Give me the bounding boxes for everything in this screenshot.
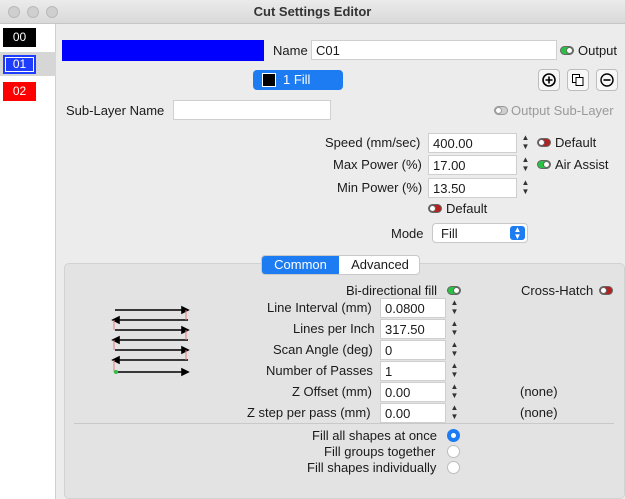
duplicate-icon xyxy=(572,74,584,86)
remove-sublayer-button[interactable] xyxy=(596,69,618,91)
z-offset-stepper[interactable]: ▲ ▼ xyxy=(449,382,460,402)
passes-label: Number of Passes xyxy=(266,363,373,378)
scan-angle-stepper[interactable]: ▲ ▼ xyxy=(449,340,460,360)
passes-stepper[interactable]: ▲ ▼ xyxy=(449,361,460,381)
power-default-label: Default xyxy=(446,201,488,216)
layer-02[interactable]: 02 xyxy=(3,82,36,101)
min-power-input[interactable]: 13.50 xyxy=(428,178,517,198)
max-power-stepper[interactable]: ▲ ▼ xyxy=(520,155,531,175)
speed-default-toggle[interactable] xyxy=(537,138,551,147)
scan-angle-label: Scan Angle (deg) xyxy=(273,342,373,357)
fill-all-at-once-label: Fill all shapes at once xyxy=(312,428,438,443)
sublayer-name-label: Sub-Layer Name xyxy=(66,103,165,118)
speed-input[interactable]: 400.00 xyxy=(428,133,517,153)
fill-groups-together-label: Fill groups together xyxy=(324,444,436,459)
fill-individually-radio[interactable] xyxy=(447,461,460,474)
max-power-input[interactable]: 17.00 xyxy=(428,155,517,175)
minus-circle-icon xyxy=(600,73,614,87)
title-bar: Cut Settings Editor xyxy=(0,0,625,24)
z-offset-label: Z Offset (mm) xyxy=(292,384,372,399)
z-offset-input[interactable]: 0.00 xyxy=(380,382,446,402)
tab-advanced[interactable]: Advanced xyxy=(340,256,419,274)
z-step-stepper[interactable]: ▲ ▼ xyxy=(449,403,460,423)
mode-value: Fill xyxy=(441,226,458,241)
power-default-toggle[interactable] xyxy=(428,204,442,213)
lines-per-inch-input[interactable]: 317.50 xyxy=(380,319,446,339)
z-step-note: (none) xyxy=(520,405,558,420)
fill-all-at-once-radio[interactable] xyxy=(447,429,460,442)
name-input[interactable]: C01 xyxy=(311,40,557,60)
sublayer-name-input[interactable] xyxy=(173,100,331,120)
mode-label: Mode xyxy=(391,226,424,241)
layer-00[interactable]: 00 xyxy=(3,28,36,47)
lines-per-inch-label: Lines per Inch xyxy=(293,321,375,336)
line-interval-stepper[interactable]: ▲ ▼ xyxy=(449,298,460,318)
tab-common[interactable]: Common xyxy=(262,256,339,274)
chevron-updown-icon: ▲ ▼ xyxy=(510,226,525,241)
line-interval-input[interactable]: 0.0800 xyxy=(380,298,446,318)
layer-01[interactable]: 01 xyxy=(3,55,36,74)
fill-individually-label: Fill shapes individually xyxy=(307,460,437,475)
output-toggle[interactable] xyxy=(560,46,574,55)
tab-bar: Common Advanced xyxy=(261,255,420,275)
max-power-label: Max Power (%) xyxy=(333,157,422,172)
output-sublayer-label: Output Sub-Layer xyxy=(511,103,614,118)
z-offset-note: (none) xyxy=(520,384,558,399)
bidirectional-fill-label: Bi-directional fill xyxy=(346,283,438,298)
layer-list: 00 01 02 xyxy=(0,24,56,499)
min-power-stepper[interactable]: ▲ ▼ xyxy=(520,178,531,198)
speed-label: Speed (mm/sec) xyxy=(325,135,421,150)
duplicate-sublayer-button[interactable] xyxy=(567,69,589,91)
passes-input[interactable]: 1 xyxy=(380,361,446,381)
output-label: Output xyxy=(578,43,618,58)
plus-circle-icon xyxy=(542,73,556,87)
sublayer-fill-button[interactable]: 1 Fill xyxy=(253,70,343,90)
air-assist-label: Air Assist xyxy=(555,157,609,172)
scan-pattern-preview xyxy=(111,305,190,377)
line-interval-label: Line Interval (mm) xyxy=(267,300,372,315)
sublayer-color-swatch xyxy=(262,73,276,87)
air-assist-toggle[interactable] xyxy=(537,160,551,169)
layer-color-swatch[interactable] xyxy=(62,40,264,61)
name-label: Name xyxy=(273,43,308,58)
min-power-label: Min Power (%) xyxy=(337,180,423,195)
z-step-label: Z step per pass (mm) xyxy=(247,405,371,420)
cross-hatch-label: Cross-Hatch xyxy=(521,283,594,298)
z-step-input[interactable]: 0.00 xyxy=(380,403,446,423)
add-sublayer-button[interactable] xyxy=(538,69,560,91)
sublayer-fill-label: 1 Fill xyxy=(283,72,311,87)
scan-angle-input[interactable]: 0 xyxy=(380,340,446,360)
speed-stepper[interactable]: ▲ ▼ xyxy=(520,133,531,153)
fill-groups-together-radio[interactable] xyxy=(447,445,460,458)
output-sublayer-toggle[interactable] xyxy=(494,106,508,115)
speed-default-label: Default xyxy=(555,135,597,150)
divider xyxy=(74,423,614,424)
window-title: Cut Settings Editor xyxy=(253,4,372,19)
cross-hatch-toggle[interactable] xyxy=(599,286,613,295)
bidirectional-fill-toggle[interactable] xyxy=(447,286,461,295)
mode-select[interactable]: Fill ▲ ▼ xyxy=(432,223,528,243)
lines-per-inch-stepper[interactable]: ▲ ▼ xyxy=(449,319,460,339)
